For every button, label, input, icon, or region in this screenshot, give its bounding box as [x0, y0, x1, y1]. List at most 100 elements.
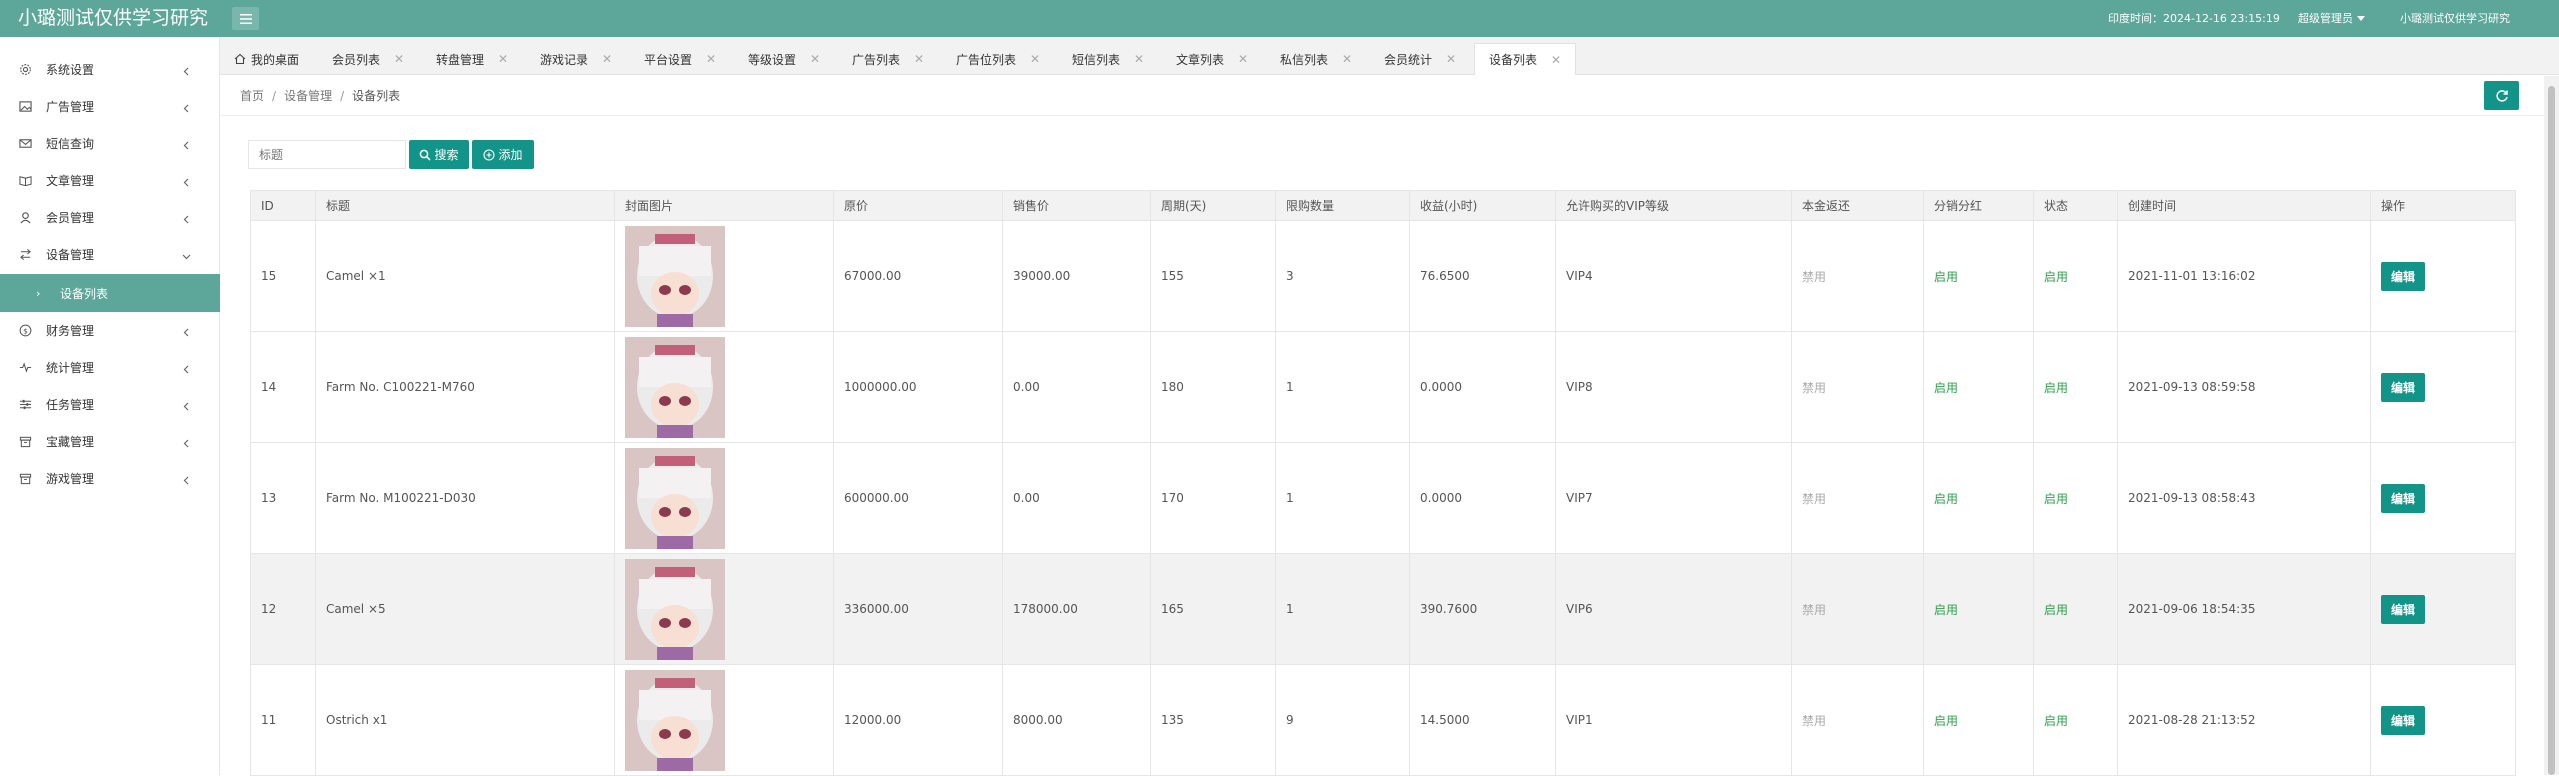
- sidebar-item-devices[interactable]: 设备管理: [0, 236, 220, 273]
- edit-button[interactable]: 编辑: [2381, 594, 2425, 624]
- edit-button[interactable]: 编辑: [2381, 483, 2425, 513]
- sidebar-item-treasure[interactable]: 宝藏管理: [0, 423, 220, 460]
- sidebar-item-tasks[interactable]: 任务管理: [0, 386, 220, 423]
- tab-ads[interactable]: 广告列表 ✕: [852, 43, 924, 75]
- col-limit: 限购数量: [1275, 190, 1410, 221]
- search-input[interactable]: [248, 140, 406, 169]
- sidebar-item-articles[interactable]: 文章管理: [0, 162, 220, 199]
- sidebar-item-ads[interactable]: 广告管理: [0, 88, 220, 125]
- refresh-icon: [2495, 89, 2508, 102]
- home-icon: [234, 53, 246, 65]
- close-icon[interactable]: ✕: [1446, 52, 1456, 66]
- search-button[interactable]: 搜索: [409, 140, 469, 169]
- transfer-icon: [18, 248, 32, 262]
- add-button[interactable]: 添加: [472, 140, 534, 169]
- close-icon[interactable]: ✕: [498, 52, 508, 66]
- cell-title: Farm No. C100221-M760: [315, 331, 615, 443]
- tab-desktop[interactable]: 我的桌面: [234, 43, 299, 75]
- col-id: ID: [250, 190, 316, 221]
- cell-refund: 禁用: [1791, 331, 1924, 443]
- sidebar-item-label: 短信查询: [46, 137, 95, 151]
- chevron-left-icon: [182, 102, 191, 113]
- sidebar-item-label: 统计管理: [46, 361, 95, 375]
- sidebar-item-members[interactable]: 会员管理: [0, 199, 220, 236]
- pulse-icon: [18, 361, 32, 375]
- tab-label: 广告位列表: [956, 52, 1017, 67]
- app-logo[interactable]: 小璐测试仅供学习研究: [18, 0, 208, 37]
- tab-game-records[interactable]: 游戏记录 ✕: [540, 43, 612, 75]
- scrollbar-thumb[interactable]: [2548, 86, 2555, 775]
- sidebar-item-finance[interactable]: $ 财务管理: [0, 312, 220, 349]
- sidebar-item-system[interactable]: 系统设置: [0, 51, 220, 88]
- cell-price: 336000.00: [833, 553, 1003, 665]
- tab-members[interactable]: 会员列表 ✕: [332, 43, 404, 75]
- cell-actions: 编辑: [2370, 331, 2516, 443]
- cell-sale-price: 0.00: [1002, 331, 1151, 443]
- close-icon[interactable]: ✕: [1342, 52, 1352, 66]
- tab-label: 文章列表: [1176, 52, 1225, 67]
- tab-bar: 我的桌面 会员列表 ✕ 转盘管理 ✕ 游戏记录 ✕ 平台设置 ✕ 等级设置 ✕ 广告列表 ✕…: [220, 37, 2559, 75]
- tab-label: 转盘管理: [436, 52, 485, 67]
- col-refund: 本金返还: [1791, 190, 1924, 221]
- menu-toggle-button[interactable]: [232, 7, 259, 30]
- tab-wheel[interactable]: 转盘管理 ✕: [436, 43, 508, 75]
- cell-cycle: 180: [1150, 331, 1276, 443]
- tab-levels[interactable]: 等级设置 ✕: [748, 43, 820, 75]
- refresh-button[interactable]: [2484, 81, 2519, 110]
- chevron-down-icon: [182, 250, 191, 260]
- close-icon[interactable]: ✕: [1551, 53, 1561, 67]
- add-circle-icon: [483, 148, 496, 161]
- close-icon[interactable]: ✕: [706, 52, 716, 66]
- cell-created: 2021-11-01 13:16:02: [2117, 220, 2371, 332]
- table-body: 15 Camel ×1 67000.00 39000.00 155 3 76.6…: [250, 220, 2516, 776]
- tab-ad-slots[interactable]: 广告位列表 ✕: [956, 43, 1040, 75]
- breadcrumb-home[interactable]: 首页: [240, 89, 264, 103]
- tab-member-stats[interactable]: 会员统计 ✕: [1384, 43, 1456, 75]
- cover-image[interactable]: [625, 225, 725, 327]
- sidebar: 系统设置 广告管理 短信查询 文章管理 会员管理 设备管理 › 设备列表 $ 财…: [0, 37, 220, 775]
- cover-image[interactable]: [625, 447, 725, 549]
- cell-id: 11: [250, 664, 316, 776]
- admin-dropdown[interactable]: 超级管理员: [2298, 0, 2365, 37]
- edit-button[interactable]: 编辑: [2381, 705, 2425, 735]
- sidebar-item-label: 广告管理: [46, 100, 95, 114]
- sidebar-item-label: 宝藏管理: [46, 435, 95, 449]
- tab-sms[interactable]: 短信列表 ✕: [1072, 43, 1144, 75]
- image-icon: [18, 100, 32, 114]
- tab-device-list[interactable]: 设备列表 ✕: [1474, 43, 1577, 75]
- cover-image[interactable]: [625, 669, 725, 771]
- cell-limit: 1: [1275, 442, 1410, 554]
- close-icon[interactable]: ✕: [914, 52, 924, 66]
- site-name-link[interactable]: 小璐测试仅供学习研究: [2400, 0, 2510, 37]
- sidebar-item-label: 系统设置: [46, 63, 95, 77]
- breadcrumb-parent[interactable]: 设备管理: [284, 89, 332, 103]
- cell-price: 67000.00: [833, 220, 1003, 332]
- edit-button[interactable]: 编辑: [2381, 261, 2425, 291]
- close-icon[interactable]: ✕: [1030, 52, 1040, 66]
- tab-platform[interactable]: 平台设置 ✕: [644, 43, 716, 75]
- col-created: 创建时间: [2117, 190, 2371, 221]
- cover-image[interactable]: [625, 558, 725, 660]
- edit-button[interactable]: 编辑: [2381, 372, 2425, 402]
- vertical-scrollbar[interactable]: [2544, 76, 2559, 775]
- cell-status: 启用: [2033, 220, 2118, 332]
- col-sale-price: 销售价: [1002, 190, 1151, 221]
- close-icon[interactable]: ✕: [810, 52, 820, 66]
- cell-created: 2021-08-28 21:13:52: [2117, 664, 2371, 776]
- cell-actions: 编辑: [2370, 664, 2516, 776]
- close-icon[interactable]: ✕: [602, 52, 612, 66]
- tab-articles[interactable]: 文章列表 ✕: [1176, 43, 1248, 75]
- cover-image[interactable]: [625, 336, 725, 438]
- sidebar-item-games[interactable]: 游戏管理: [0, 460, 220, 497]
- cell-cycle: 135: [1150, 664, 1276, 776]
- table-row: 14 Farm No. C100221-M760 1000000.00 0.00…: [250, 331, 2516, 443]
- top-header: 小璐测试仅供学习研究 印度时间：2024-12-16 23:15:19 超级管理…: [0, 0, 2559, 37]
- tab-messages[interactable]: 私信列表 ✕: [1280, 43, 1352, 75]
- close-icon[interactable]: ✕: [394, 52, 404, 66]
- close-icon[interactable]: ✕: [1134, 52, 1144, 66]
- sidebar-subitem-device-list[interactable]: › 设备列表: [0, 274, 220, 312]
- close-icon[interactable]: ✕: [1238, 52, 1248, 66]
- cell-distribution: 启用: [1923, 331, 2034, 443]
- sidebar-item-stats[interactable]: 统计管理: [0, 349, 220, 386]
- sidebar-item-sms[interactable]: 短信查询: [0, 125, 220, 162]
